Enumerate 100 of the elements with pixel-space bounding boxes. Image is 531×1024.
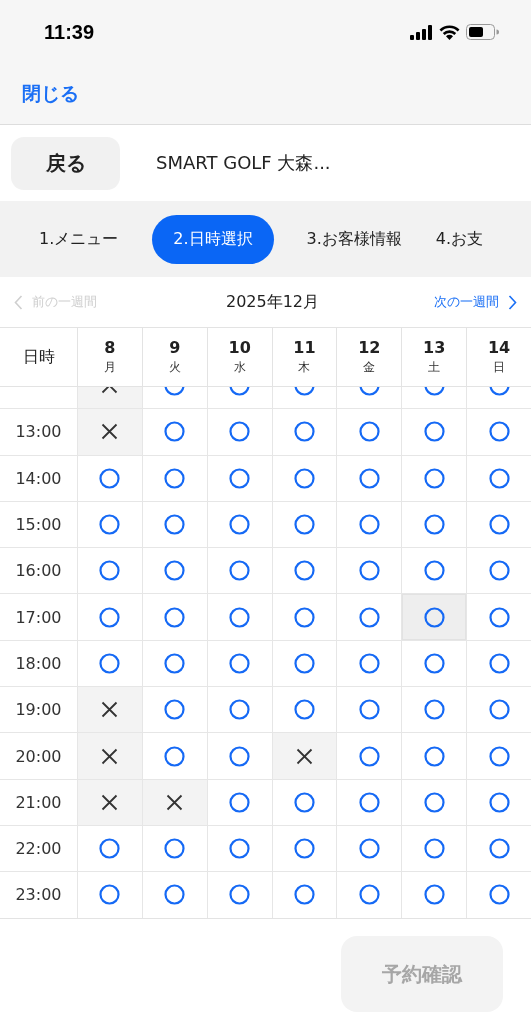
circle-icon — [164, 467, 186, 489]
circle-icon — [294, 652, 315, 674]
time-label: 17:00 — [15, 607, 62, 627]
circle-icon — [99, 884, 121, 906]
circle-icon — [358, 838, 380, 860]
step-tab[interactable]: 4.お支 — [418, 214, 501, 264]
time-label: 19:00 — [15, 700, 62, 720]
circle-icon — [164, 699, 186, 721]
circle-icon — [423, 838, 445, 860]
circle-icon — [99, 838, 121, 860]
circle-icon — [358, 652, 380, 674]
next-week-link[interactable]: 次の一週間 — [434, 293, 517, 311]
step-tab[interactable]: 3.お客様情報 — [289, 214, 419, 264]
circle-icon — [488, 838, 510, 860]
circle-icon — [294, 421, 315, 443]
cross-icon — [101, 423, 119, 441]
circle-icon — [99, 652, 121, 674]
circle-icon — [229, 745, 251, 767]
step-tab[interactable]: 2.日時選択 — [152, 214, 274, 264]
page-title: SMART GOLF 大森... — [156, 151, 331, 175]
day-number: 10 — [228, 338, 251, 357]
time-label: 14:00 — [15, 468, 62, 488]
circle-icon — [164, 652, 186, 674]
column-header: 日時 — [22, 346, 55, 368]
time-label: 20:00 — [15, 746, 62, 766]
circle-icon — [423, 467, 445, 489]
circle-icon — [164, 884, 186, 906]
time-label: 15:00 — [15, 515, 62, 535]
chevron-right-icon — [508, 294, 517, 310]
wifi-icon — [439, 24, 460, 40]
time-label: 23:00 — [15, 885, 62, 905]
circle-icon — [164, 560, 186, 582]
circle-icon — [488, 514, 510, 536]
circle-icon — [423, 699, 445, 721]
weekday-label: 火 — [168, 359, 181, 376]
cross-icon — [166, 793, 184, 811]
circle-icon — [358, 791, 380, 813]
time-label: 22:00 — [15, 839, 62, 859]
circle-icon — [229, 606, 251, 628]
circle-icon — [229, 838, 251, 860]
circle-icon — [488, 699, 510, 721]
circle-icon — [229, 467, 251, 489]
month-label: 2025年12月 — [225, 291, 320, 313]
cross-icon — [101, 701, 119, 719]
slot-cell[interactable] — [77, 733, 142, 779]
circle-icon — [229, 560, 251, 582]
time-label: 13:00 — [15, 422, 62, 442]
circle-icon — [294, 791, 315, 813]
circle-icon — [99, 514, 121, 536]
weekday-label: 木 — [298, 359, 311, 376]
circle-icon — [358, 699, 380, 721]
slot-cell[interactable] — [271, 733, 337, 779]
cross-icon — [101, 793, 119, 811]
circle-icon — [229, 652, 251, 674]
status-time: 11:39 — [44, 20, 95, 44]
battery-icon — [466, 24, 499, 40]
circle-icon — [488, 652, 510, 674]
circle-icon — [358, 606, 380, 628]
weekday-label: 土 — [428, 359, 441, 376]
day-number: 12 — [358, 338, 381, 357]
circle-icon — [294, 838, 315, 860]
circle-icon — [99, 560, 121, 582]
circle-icon — [488, 884, 510, 906]
circle-icon — [164, 838, 186, 860]
circle-icon — [423, 606, 445, 628]
circle-icon — [164, 745, 186, 767]
circle-icon — [164, 514, 186, 536]
circle-icon — [164, 606, 186, 628]
circle-icon — [488, 791, 510, 813]
circle-icon — [294, 699, 315, 721]
slot-cell[interactable] — [77, 687, 142, 733]
slot-cell[interactable] — [141, 779, 207, 825]
circle-icon — [488, 421, 510, 443]
circle-icon — [294, 514, 315, 536]
day-number: 13 — [423, 338, 446, 357]
signal-icon — [410, 24, 433, 40]
circle-icon — [358, 421, 380, 443]
circle-icon — [488, 606, 510, 628]
circle-icon — [294, 560, 315, 582]
day-number: 14 — [487, 338, 511, 357]
circle-icon — [294, 467, 315, 489]
weekday-label: 水 — [233, 359, 246, 376]
slot-cell[interactable] — [401, 594, 467, 640]
circle-icon — [358, 884, 380, 906]
time-label: 16:00 — [15, 561, 62, 581]
back-button[interactable]: 戻る — [11, 136, 120, 190]
circle-icon — [423, 514, 445, 536]
chevron-left-icon — [14, 294, 23, 310]
step-tab[interactable]: 1.メニュー — [22, 214, 136, 264]
circle-icon — [294, 884, 315, 906]
day-number: 11 — [293, 338, 316, 357]
slot-cell[interactable] — [77, 779, 142, 825]
close-button[interactable]: 閉じる — [22, 80, 79, 107]
circle-icon — [488, 467, 510, 489]
weekday-label: 月 — [103, 359, 116, 376]
slot-cell[interactable] — [77, 409, 142, 455]
circle-icon — [423, 652, 445, 674]
circle-icon — [423, 884, 445, 906]
circle-icon — [423, 560, 445, 582]
cross-icon — [101, 747, 119, 765]
